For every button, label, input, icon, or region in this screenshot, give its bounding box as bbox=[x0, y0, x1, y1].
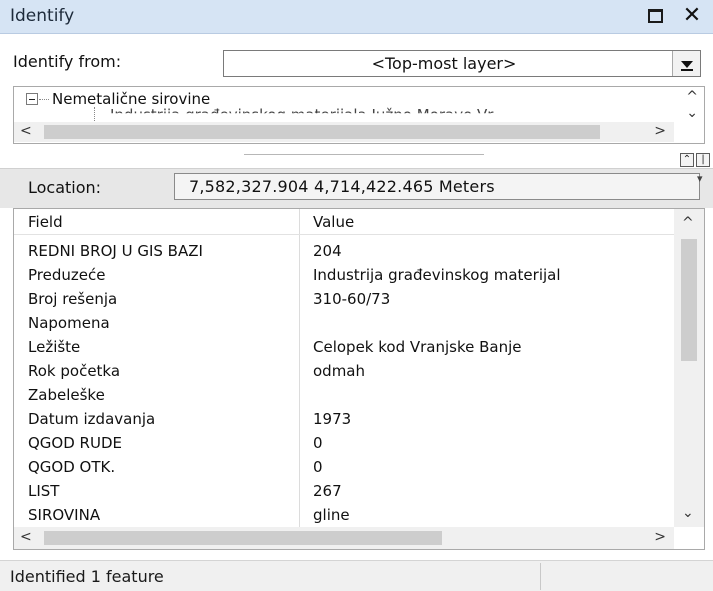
row-value: 0 bbox=[313, 458, 323, 476]
collapse-node-icon[interactable] bbox=[26, 93, 38, 105]
row-field: LIST bbox=[28, 482, 60, 500]
table-horizontal-scrollbar[interactable]: < > bbox=[14, 527, 674, 549]
tree-horizontal-scrollbar[interactable]: < > bbox=[14, 122, 674, 142]
row-field: REDNI BROJ U GIS BAZI bbox=[28, 242, 203, 260]
title-bar: Identify ✕ bbox=[0, 0, 713, 34]
table-row[interactable]: LIST 267 bbox=[14, 480, 674, 504]
row-field: Ležište bbox=[28, 338, 81, 356]
scroll-left-icon[interactable]: < bbox=[20, 529, 32, 545]
row-field: Broj rešenja bbox=[28, 290, 118, 308]
location-dropdown-icon[interactable]: ▾ bbox=[697, 172, 711, 185]
row-value: gline bbox=[313, 506, 350, 524]
scroll-right-icon[interactable]: > bbox=[654, 529, 666, 545]
attribute-table[interactable]: Field Value REDNI BROJ U GIS BAZI 204 Pr… bbox=[13, 208, 705, 550]
row-field: Zabeleške bbox=[28, 386, 105, 404]
scroll-up-icon[interactable]: ^ bbox=[686, 89, 698, 105]
identify-from-dropdown[interactable]: <Top-most layer> bbox=[223, 50, 701, 77]
row-value: 0 bbox=[313, 434, 323, 452]
status-divider bbox=[540, 563, 541, 590]
table-row[interactable]: QGOD RUDE 0 bbox=[14, 432, 674, 456]
table-row[interactable]: QGOD OTK. 0 bbox=[14, 456, 674, 480]
close-icon[interactable]: ✕ bbox=[680, 3, 704, 29]
table-header: Field Value bbox=[14, 211, 674, 235]
tree-connector-vertical bbox=[94, 107, 95, 121]
row-value: 204 bbox=[313, 242, 342, 260]
collapse-panel-icon[interactable]: ⌃ bbox=[680, 153, 694, 167]
column-header-field[interactable]: Field bbox=[28, 213, 63, 231]
scrollbar-thumb[interactable] bbox=[44, 125, 600, 139]
location-value: 7,582,327.904 4,714,422.465 Meters bbox=[189, 177, 495, 196]
results-tree[interactable]: Nemetalične sirovine Industrija građevin… bbox=[13, 86, 705, 144]
restore-window-icon[interactable] bbox=[648, 9, 663, 23]
show-details-icon[interactable]: | bbox=[696, 153, 710, 167]
scroll-left-icon[interactable]: < bbox=[20, 123, 32, 139]
table-vertical-scrollbar[interactable]: ^ ⌄ bbox=[674, 209, 704, 527]
table-row[interactable]: Datum izdavanja 1973 bbox=[14, 408, 674, 432]
location-label: Location: bbox=[28, 178, 102, 197]
column-header-value[interactable]: Value bbox=[313, 213, 671, 231]
row-value: 267 bbox=[313, 482, 342, 500]
window-title: Identify bbox=[10, 6, 75, 26]
row-field: Rok početka bbox=[28, 362, 121, 380]
row-field: QGOD OTK. bbox=[28, 458, 116, 476]
table-row[interactable]: Napomena bbox=[14, 312, 674, 336]
location-field: 7,582,327.904 4,714,422.465 Meters bbox=[174, 173, 700, 200]
scroll-right-icon[interactable]: > bbox=[654, 123, 666, 139]
scroll-down-icon[interactable]: ⌄ bbox=[682, 505, 694, 521]
row-field: QGOD RUDE bbox=[28, 434, 122, 452]
identify-from-label: Identify from: bbox=[13, 52, 122, 71]
table-row[interactable]: Rok početka odmah bbox=[14, 360, 674, 384]
scroll-up-icon[interactable]: ^ bbox=[682, 215, 694, 231]
row-value: odmah bbox=[313, 362, 366, 380]
row-field: Napomena bbox=[28, 314, 110, 332]
table-row[interactable]: SIROVINA gline bbox=[14, 504, 674, 528]
scrollbar-thumb[interactable] bbox=[681, 239, 697, 361]
table-row[interactable]: Preduzeće Industrija građevinskog materi… bbox=[14, 264, 674, 288]
dropdown-arrow-icon[interactable] bbox=[672, 51, 700, 76]
table-row[interactable]: Ležište Celopek kod Vranjske Banje bbox=[14, 336, 674, 360]
table-row[interactable]: Broj rešenja 310-60/73 bbox=[14, 288, 674, 312]
row-value: Celopek kod Vranjske Banje bbox=[313, 338, 522, 356]
table-row[interactable]: REDNI BROJ U GIS BAZI 204 bbox=[14, 240, 674, 264]
row-value: 310-60/73 bbox=[313, 290, 391, 308]
row-value: Industrija građevinskog materijal bbox=[313, 266, 561, 284]
row-field: Datum izdavanja bbox=[28, 410, 156, 428]
tree-connector bbox=[39, 99, 49, 100]
tree-node-layer[interactable]: Nemetalične sirovine bbox=[52, 90, 210, 108]
status-text: Identified 1 feature bbox=[10, 567, 164, 586]
row-field: Preduzeće bbox=[28, 266, 106, 284]
scrollbar-thumb[interactable] bbox=[44, 531, 442, 545]
row-value: 1973 bbox=[313, 410, 352, 428]
scroll-down-icon[interactable]: ⌄ bbox=[686, 105, 698, 121]
status-bar: Identified 1 feature bbox=[0, 560, 713, 591]
panel-splitter[interactable] bbox=[244, 154, 484, 156]
row-field: SIROVINA bbox=[28, 506, 101, 524]
identify-from-selected: <Top-most layer> bbox=[371, 54, 517, 73]
table-row[interactable]: Zabeleške bbox=[14, 384, 674, 408]
